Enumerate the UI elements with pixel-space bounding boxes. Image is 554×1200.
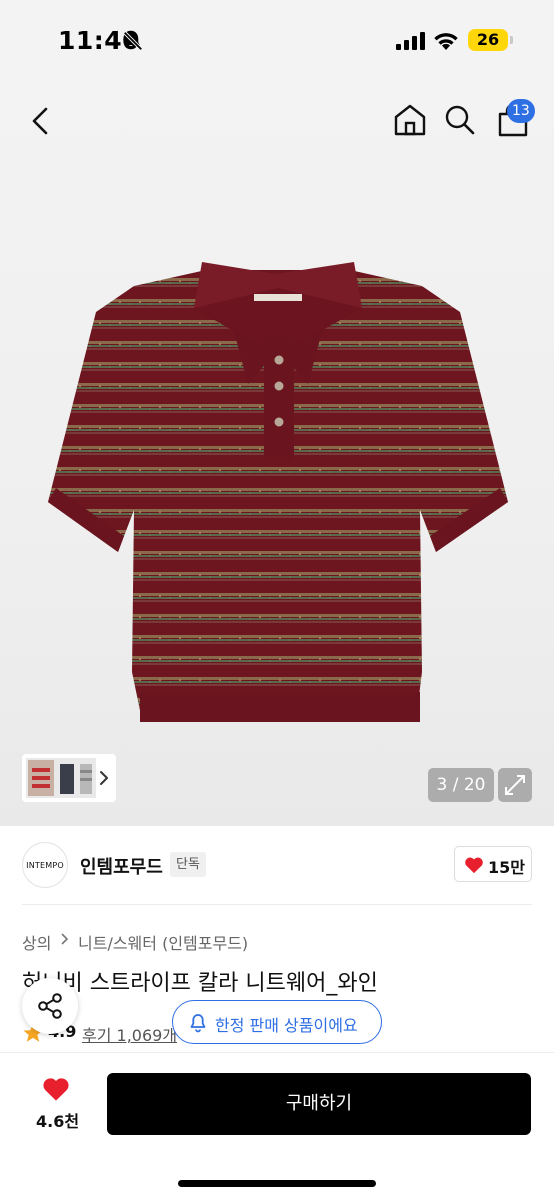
battery-cap	[510, 36, 513, 44]
brand-logo[interactable]: INTEMPO	[22, 842, 68, 888]
buy-button[interactable]: 구매하기	[107, 1073, 531, 1135]
product-title: 허니비 스트라이프 칼라 니트웨어_와인	[22, 971, 378, 996]
expand-button[interactable]	[498, 768, 532, 802]
like-count: 4.6천	[36, 1112, 80, 1131]
home-icon[interactable]	[392, 102, 428, 138]
image-counter: 3 / 20	[428, 768, 494, 802]
home-indicator	[178, 1180, 376, 1187]
bell-icon	[190, 1014, 206, 1033]
wifi-icon	[434, 33, 458, 50]
chevron-right-icon[interactable]	[98, 768, 110, 788]
share-icon	[38, 993, 62, 1019]
search-icon[interactable]	[444, 104, 476, 136]
status-bar: 11:40 26	[0, 0, 554, 84]
thumbnail-images	[26, 758, 96, 798]
cart-count-badge: 13	[507, 99, 535, 123]
share-button[interactable]	[22, 978, 78, 1034]
heart-icon	[465, 857, 483, 874]
heart-icon	[43, 1078, 69, 1101]
back-icon[interactable]	[26, 104, 56, 138]
battery-level: 26	[468, 29, 508, 51]
exclusive-tag: 단독	[170, 852, 206, 877]
cellular-signal-icon	[396, 32, 425, 50]
chevron-right-icon	[61, 933, 69, 945]
brand-like-button[interactable]: 15만	[454, 846, 532, 882]
review-link[interactable]: 후기 1,069개	[82, 1022, 177, 1046]
expand-icon	[505, 775, 525, 795]
breadcrumb-level1[interactable]: 상의	[22, 930, 51, 954]
limited-sale-text: 한정 판매 상품이에요	[215, 1016, 358, 1035]
limited-sale-notice[interactable]: 한정 판매 상품이에요	[172, 1000, 382, 1044]
divider	[22, 904, 532, 905]
brand-name[interactable]: 인템포무드	[80, 853, 163, 879]
brand-like-count: 15만	[488, 858, 525, 877]
bell-off-icon	[123, 31, 143, 51]
breadcrumb-level2[interactable]: 니트/스웨터 (인템포무드)	[78, 930, 248, 954]
product-knit-polo-image	[48, 262, 508, 722]
